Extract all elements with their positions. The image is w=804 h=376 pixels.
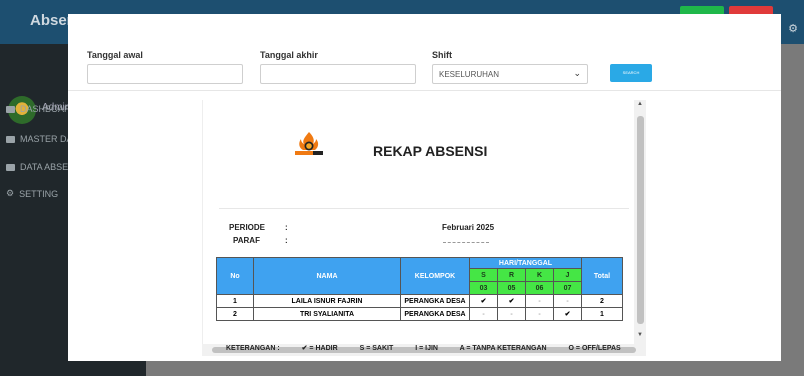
logo-icon <box>295 132 323 155</box>
cell-kelompok: PERANGKA DESA <box>400 294 470 308</box>
legend-hadir: ✔ = HADIR <box>301 345 338 352</box>
periode-colon: : <box>285 223 288 232</box>
shift-label: Shift <box>432 50 452 60</box>
cell-mark: - <box>497 307 526 321</box>
search-button[interactable]: SEARCH <box>610 64 652 82</box>
col-hari-tanggal: HARI/TANGGAL <box>469 257 582 269</box>
legend-off: O = OFF/LEPAS <box>568 345 621 352</box>
legend-tanpa: A = TANPA KETERANGAN <box>459 345 547 352</box>
gear-icon[interactable]: ⚙ <box>788 22 798 35</box>
chevron-down-icon: ⌄ <box>573 68 581 78</box>
cell-mark: ✔ <box>469 294 498 308</box>
start-date-input[interactable] <box>87 64 243 84</box>
table-row: 1 LAILA ISNUR FAJRIN PERANGKA DESA ✔ ✔ -… <box>216 294 623 308</box>
cell-total: 2 <box>581 294 623 308</box>
end-date-input[interactable] <box>260 64 416 84</box>
cell-mark: ✔ <box>497 294 526 308</box>
cell-no: 2 <box>216 307 254 321</box>
cell-no: 1 <box>216 294 254 308</box>
cell-total: 1 <box>581 307 623 321</box>
report-title: REKAP ABSENSI <box>373 143 488 159</box>
cell-mark: - <box>469 307 498 321</box>
filter-bar: Tanggal awal Tanggal akhir Shift KESELUR… <box>68 14 781 91</box>
start-date-label: Tanggal awal <box>87 50 143 60</box>
periode-label: PERIODE <box>229 223 266 232</box>
day-label: J <box>553 268 582 282</box>
sidebar-item-dashboard[interactable]: DASHBOARD <box>6 104 77 114</box>
legend-sakit: S = SAKIT <box>359 345 394 352</box>
day-label: S <box>469 268 498 282</box>
cell-nama: TRI SYALIANITA <box>253 307 401 321</box>
divider <box>219 208 629 209</box>
gear-icon: ⚙ <box>6 188 15 198</box>
monitor-icon <box>6 105 15 113</box>
scroll-up-icon[interactable]: ▲ <box>637 101 643 107</box>
paraf-colon: : <box>285 236 288 245</box>
attendance-table: No NAMA KELOMPOK HARI/TANGGAL Total S R … <box>216 257 623 321</box>
col-kelompok: KELOMPOK <box>400 257 470 295</box>
date-label: 07 <box>553 281 582 295</box>
cell-nama: LAILA ISNUR FAJRIN <box>253 294 401 308</box>
scroll-down-icon[interactable]: ▼ <box>637 332 643 338</box>
cell-mark: - <box>553 294 582 308</box>
vertical-scrollbar[interactable]: ▲ ▼ <box>634 100 646 344</box>
cell-mark: ✔ <box>553 307 582 321</box>
date-label: 06 <box>525 281 554 295</box>
col-total: Total <box>581 257 623 295</box>
paraf-label: PARAF <box>233 236 260 245</box>
shift-select-value: KESELURUHAN <box>439 70 500 79</box>
scroll-thumb[interactable] <box>637 116 644 324</box>
sidebar-item-label: SETTING <box>19 188 59 199</box>
report-preview: REKAP ABSENSI PERIODE : Februari 2025 PA… <box>202 100 647 356</box>
day-label: R <box>497 268 526 282</box>
sidebar-item-setting[interactable]: ⚙ SETTING <box>6 188 58 199</box>
date-label: 03 <box>469 281 498 295</box>
col-nama: NAMA <box>253 257 401 295</box>
col-no: No <box>216 257 254 295</box>
cell-kelompok: PERANGKA DESA <box>400 307 470 321</box>
signature-line <box>443 242 489 243</box>
folder-icon <box>6 135 15 143</box>
date-label: 05 <box>497 281 526 295</box>
table-row: 2 TRI SYALIANITA PERANGKA DESA - - - ✔ 1 <box>216 307 623 321</box>
legend: KETERANGAN : ✔ = HADIR S = SAKIT I = IJI… <box>226 344 621 352</box>
cell-mark: - <box>525 294 554 308</box>
folder-icon <box>6 163 15 171</box>
shift-select[interactable]: KESELURUHAN ⌄ <box>432 64 588 84</box>
legend-label: KETERANGAN : <box>226 345 280 352</box>
cell-mark: - <box>525 307 554 321</box>
periode-value: Februari 2025 <box>442 223 495 232</box>
report-modal: Tanggal awal Tanggal akhir Shift KESELUR… <box>68 14 781 361</box>
legend-ijin: I = IJIN <box>415 345 438 352</box>
day-label: K <box>525 268 554 282</box>
end-date-label: Tanggal akhir <box>260 50 318 60</box>
